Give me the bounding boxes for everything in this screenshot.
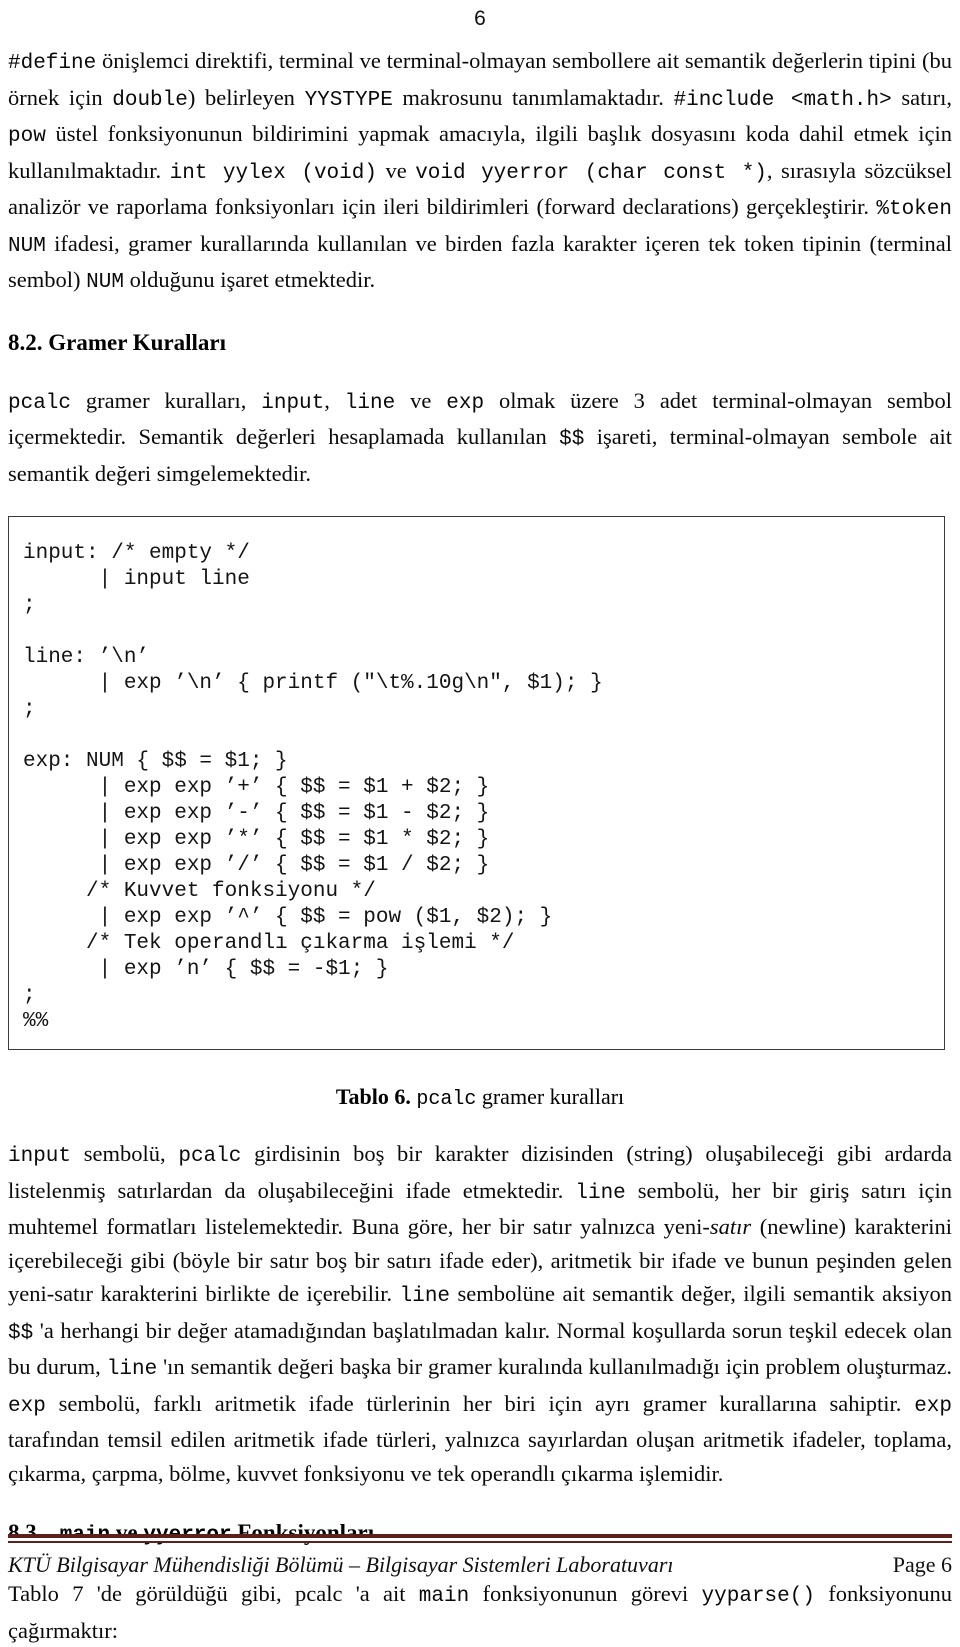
footer-page-number: Page 6	[892, 1552, 952, 1577]
table-caption-label: Tablo 6.	[335, 1084, 411, 1109]
code-exp-3: exp	[914, 1394, 952, 1418]
code-include-math: #include <math.h>	[673, 88, 892, 112]
intro-text-3: makrosunu tanımlamaktadır.	[392, 84, 674, 110]
after-text-1: sembolü,	[71, 1141, 179, 1166]
after-text-7: 'ın semantik değeri başka bir gramer kur…	[157, 1354, 952, 1379]
code-yyparse: yyparse()	[701, 1585, 815, 1608]
document-page: 6 #define önişlemci direktifi, terminal …	[0, 0, 960, 1643]
code-line-3: line	[399, 1285, 451, 1308]
code-exp-2: exp	[8, 1394, 46, 1418]
code-pow: pow	[8, 125, 46, 148]
after-text-8: sembolü, farklı aritmetik ifade türlerin…	[45, 1390, 915, 1416]
last-text-1: Tablo 7 'de görüldüğü gibi, pcalc 'a ait	[8, 1581, 419, 1606]
grammar-text-1: gramer kuralları,	[71, 387, 262, 413]
code-line: line	[344, 391, 396, 415]
page-footer: KTÜ Bilgisayar Mühendisliği Bölümü – Bil…	[8, 1534, 952, 1578]
intro-text-9: olduğunu işaret etmektedir.	[123, 267, 376, 292]
grammar-text-2: ,	[324, 387, 345, 413]
code-void-yyerror: void yyerror (char const *)	[415, 161, 767, 185]
code-line-2: line	[575, 1181, 626, 1205]
page-number-top: 6	[474, 7, 486, 30]
code-listing-box: input: /* empty */ | input line ; line: …	[8, 516, 945, 1050]
code-num: NUM	[86, 271, 124, 294]
code-define: #define	[8, 52, 97, 75]
code-double: double	[112, 88, 188, 112]
code-main: main	[418, 1585, 470, 1608]
after-text-9: tarafından temsil edilen aritmetik ifade…	[8, 1427, 952, 1486]
code-dollar-dollar: $$	[559, 428, 585, 451]
paragraph-intro: #define önişlemci direktifi, terminal ve…	[8, 44, 952, 300]
paragraph-grammar-intro: pcalc gramer kuralları, input, line ve e…	[8, 384, 952, 491]
intro-text-4: satırı,	[891, 84, 952, 110]
table-caption-code: pcalc	[416, 1088, 477, 1111]
last-text-2: fonksiyonunun görevi	[469, 1581, 702, 1606]
intro-text-6: ve	[376, 157, 416, 183]
after-text-5: sembolüne ait semantik değer, ilgili sem…	[450, 1281, 953, 1306]
code-pcalc-2: pcalc	[178, 1145, 242, 1168]
heading-8-2: 8.2. Gramer Kuralları	[8, 329, 227, 355]
grammar-code: input: /* empty */ | input line ; line: …	[23, 542, 603, 1033]
italic-satir: satır	[709, 1214, 752, 1239]
table-caption-6: Tablo 6. pcalc gramer kuralları	[8, 1084, 952, 1111]
footer-institution: KTÜ Bilgisayar Mühendisliği Bölümü – Bil…	[8, 1552, 674, 1577]
code-input: input	[261, 391, 325, 415]
code-yystype: YYSTYPE	[304, 88, 393, 112]
paragraph-after-table: input sembolü, pcalc girdisinin boş bir …	[8, 1137, 952, 1490]
code-pcalc: pcalc	[8, 391, 72, 415]
table-caption-text: gramer kuralları	[476, 1084, 625, 1109]
code-int-yylex: int yylex (void)	[169, 161, 377, 185]
grammar-text-3: ve	[395, 387, 447, 413]
footer-row: KTÜ Bilgisayar Mühendisliği Bölümü – Bil…	[8, 1543, 952, 1578]
code-dollar-dollar-2: $$	[8, 1321, 34, 1345]
code-line-4: line	[106, 1358, 158, 1381]
intro-text-2: ) belirleyen	[187, 84, 305, 110]
code-input-2: input	[8, 1145, 72, 1168]
code-exp: exp	[446, 391, 485, 415]
